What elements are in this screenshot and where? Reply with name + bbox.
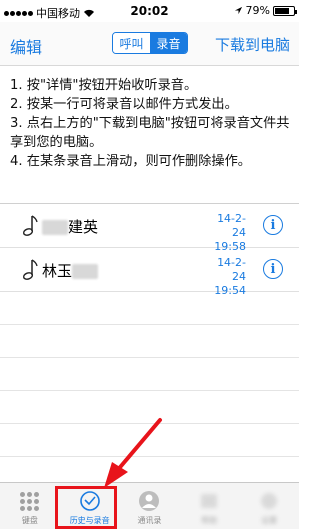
empty-row bbox=[0, 391, 299, 424]
tab-label: 设置 bbox=[261, 516, 278, 525]
info-icon[interactable]: i bbox=[263, 215, 283, 235]
recording-row[interactable]: 建英 14-2-24 19:58 i bbox=[0, 204, 299, 253]
instruction-4: 4. 在某条录音上滑动，则可作删除操作。 bbox=[10, 154, 251, 169]
tab-settings[interactable]: 设置 bbox=[239, 483, 299, 529]
tab-label: 历史与录音 bbox=[69, 516, 110, 525]
recording-name-text: 建英 bbox=[68, 218, 99, 236]
music-note-icon bbox=[22, 259, 38, 280]
instructions: 1. 按"详情"按钮开始收听录音。 2. 按某一行可将录音以邮件方式发出。 3.… bbox=[10, 76, 292, 171]
recording-date: 14-2-24 bbox=[217, 256, 246, 283]
download-to-computer-button[interactable]: 下载到电脑 bbox=[215, 34, 290, 55]
segment-call[interactable]: 呼叫 bbox=[113, 33, 150, 53]
navigation-bar: 编辑 呼叫 录音 下载到电脑 bbox=[0, 22, 299, 66]
history-clock-icon bbox=[78, 489, 102, 513]
music-note-icon bbox=[22, 215, 38, 236]
status-right: 79% bbox=[234, 4, 297, 17]
tab-help[interactable]: 帮助 bbox=[179, 483, 239, 529]
recordings-list: 建英 14-2-24 19:58 i 林玉 14-2-24 19:54 i bbox=[0, 203, 299, 457]
empty-row bbox=[0, 358, 299, 391]
empty-row bbox=[0, 424, 299, 457]
battery-percent: 79% bbox=[245, 4, 270, 17]
instruction-2: 2. 按某一行可将录音以邮件方式发出。 bbox=[10, 97, 238, 112]
tab-label: 帮助 bbox=[201, 516, 218, 525]
instruction-3: 3. 点右上方的"下载到电脑"按钮可将录音文件共享到您的电脑。 bbox=[10, 116, 290, 150]
recording-name: 林玉 bbox=[42, 260, 99, 281]
tab-contacts[interactable]: 通讯录 bbox=[120, 483, 180, 529]
recording-row[interactable]: 林玉 14-2-24 19:54 i bbox=[0, 248, 299, 297]
empty-row bbox=[0, 325, 299, 358]
recording-name-text: 林玉 bbox=[42, 262, 73, 280]
info-icon[interactable]: i bbox=[263, 259, 283, 279]
tab-keypad[interactable]: 键盘 bbox=[0, 483, 60, 529]
tab-label: 键盘 bbox=[21, 516, 38, 525]
battery-icon bbox=[273, 5, 297, 16]
tab-label: 通讯录 bbox=[137, 516, 162, 525]
battery-fill bbox=[275, 7, 290, 14]
tab-bar: 键盘 历史与录音 通讯录 帮助 设置 bbox=[0, 482, 299, 529]
recording-time: 19:54 bbox=[214, 284, 246, 297]
instruction-1: 1. 按"详情"按钮开始收听录音。 bbox=[10, 78, 198, 93]
call-record-segmented-control: 呼叫 录音 bbox=[112, 32, 188, 54]
location-arrow-icon bbox=[234, 6, 242, 15]
empty-row bbox=[0, 292, 299, 325]
tab-history-recordings[interactable]: 历史与录音 bbox=[60, 483, 120, 529]
settings-icon bbox=[257, 489, 281, 513]
status-bar: 中国移动 20:02 79% bbox=[0, 0, 299, 22]
recording-timestamp: 14-2-24 19:54 bbox=[206, 256, 246, 298]
redacted-name-blur bbox=[42, 220, 68, 235]
keypad-icon bbox=[18, 489, 42, 513]
redacted-name-blur bbox=[72, 264, 99, 279]
recording-date: 14-2-24 bbox=[217, 212, 246, 239]
segment-record[interactable]: 录音 bbox=[150, 33, 187, 53]
recording-name: 建英 bbox=[42, 216, 98, 237]
help-icon bbox=[197, 489, 221, 513]
edit-button[interactable]: 编辑 bbox=[10, 34, 42, 58]
contacts-icon bbox=[137, 489, 161, 513]
